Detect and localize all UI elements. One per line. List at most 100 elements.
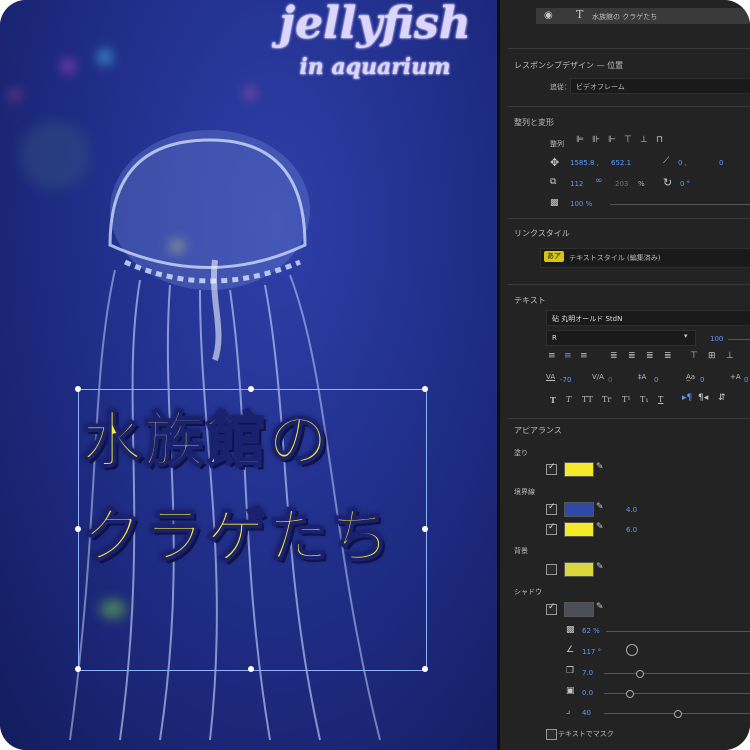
align-top-icon[interactable]: ⊤	[624, 136, 632, 145]
resize-handle[interactable]	[75, 666, 81, 672]
background-swatch[interactable]	[564, 562, 594, 577]
align-center-icon[interactable]: ⊪	[592, 136, 600, 145]
fill-checkbox[interactable]	[546, 462, 557, 475]
font-size-slider[interactable]	[728, 339, 750, 340]
font-style-dropdown[interactable]	[546, 330, 696, 346]
logo-title: jellyfish	[279, 0, 471, 49]
subscript-button[interactable]: T₁	[640, 395, 649, 404]
shadow-size-knob[interactable]	[626, 690, 634, 698]
scale-height[interactable]: 203	[615, 180, 628, 188]
shadow-checkbox[interactable]	[546, 602, 557, 615]
eyedropper-icon[interactable]: ✎	[596, 463, 604, 472]
text-center-icon[interactable]: ⊞	[708, 352, 716, 361]
shadow-distance[interactable]: 7.0	[582, 669, 593, 677]
divider	[508, 284, 750, 285]
fill-label: 塗り	[514, 449, 528, 457]
align-left-icon[interactable]: ⊫	[576, 136, 584, 145]
shadow-opacity-slider[interactable]	[606, 631, 750, 632]
justify-all-icon[interactable]: ≣	[664, 352, 672, 361]
fill-swatch[interactable]	[564, 462, 594, 477]
baseline-value[interactable]: 0	[700, 376, 704, 384]
stroke1-width[interactable]: 4.0	[626, 506, 637, 514]
align-text-center-icon[interactable]: ≡	[564, 352, 572, 361]
superscript-button[interactable]: T¹	[622, 395, 631, 404]
align-middle-icon[interactable]: ⊥	[640, 136, 648, 145]
align-right-icon[interactable]: ⊩	[608, 136, 616, 145]
divider	[508, 418, 750, 419]
link-icon[interactable]: ∞	[595, 177, 603, 186]
program-monitor[interactable]: jellyfish in aquarium 水族館の クラゲたち	[0, 0, 500, 750]
align-bottom-icon[interactable]: ⊓	[656, 136, 663, 145]
opacity-value[interactable]: 100 %	[570, 200, 592, 208]
align-text-right-icon[interactable]: ≡	[580, 352, 588, 361]
stroke1-checkbox[interactable]	[546, 502, 557, 515]
ltr-direction-icon[interactable]: ▸¶	[682, 394, 692, 403]
eyedropper-icon[interactable]: ✎	[596, 503, 604, 512]
shadow-distance-knob[interactable]	[636, 670, 644, 678]
shadow-swatch[interactable]	[564, 602, 594, 617]
leading-value[interactable]: 0	[654, 376, 658, 384]
align-label: 整列	[550, 140, 564, 148]
scale-width[interactable]: 112	[570, 180, 583, 188]
responsive-title: レスポンシブデザイン — 位置	[514, 61, 624, 70]
opacity-icon: ▩	[566, 625, 575, 635]
eyedropper-icon[interactable]: ✎	[596, 563, 604, 572]
justify-right-icon[interactable]: ≣	[646, 352, 654, 361]
underline-button[interactable]: T	[658, 395, 663, 404]
shadow-label: シャドウ	[514, 588, 542, 596]
scale-icon: ⧉	[550, 177, 557, 187]
resize-handle[interactable]	[422, 666, 428, 672]
resize-handle[interactable]	[75, 386, 81, 392]
text-mask-checkbox[interactable]	[546, 729, 557, 740]
eyedropper-icon[interactable]: ✎	[596, 603, 604, 612]
faux-bold-button[interactable]: T	[550, 395, 556, 405]
anchor-x[interactable]: 0 ,	[678, 159, 687, 167]
text-top-icon[interactable]: ⊤	[690, 352, 698, 361]
tsume-value[interactable]: 0	[744, 376, 748, 384]
kerning-value[interactable]: 0	[608, 376, 612, 384]
all-caps-button[interactable]: TT	[582, 395, 593, 404]
resize-handle[interactable]	[422, 526, 428, 532]
shadow-distance-slider[interactable]	[604, 673, 750, 674]
leading-icon: ‡A	[638, 373, 647, 381]
shadow-opacity[interactable]: 62 %	[582, 627, 600, 635]
shadow-angle[interactable]: 117 °	[582, 648, 601, 656]
stroke1-swatch[interactable]	[564, 502, 594, 517]
font-size-value[interactable]: 100	[710, 335, 723, 343]
eyedropper-icon[interactable]: ✎	[596, 523, 604, 532]
text-bottom-icon[interactable]: ⊥	[726, 352, 734, 361]
small-caps-button[interactable]: Tr	[602, 395, 611, 404]
anchor-y[interactable]: 0	[719, 159, 723, 167]
rotation-value[interactable]: 0 °	[680, 180, 690, 188]
stroke2-checkbox[interactable]	[546, 522, 557, 535]
resize-handle[interactable]	[248, 386, 254, 392]
rtl-direction-icon[interactable]: ¶◂	[698, 394, 708, 403]
stroke2-swatch[interactable]	[564, 522, 594, 537]
tracking-value[interactable]: -70	[560, 376, 571, 384]
angle-dial[interactable]	[626, 644, 638, 656]
tsume-icon: +A	[730, 373, 741, 381]
justify-left-icon[interactable]: ≣	[610, 352, 618, 361]
resize-handle[interactable]	[248, 666, 254, 672]
justify-center-icon[interactable]: ≣	[628, 352, 636, 361]
vertical-text-icon[interactable]: ⇵	[718, 394, 726, 403]
move-icon: ✥	[550, 156, 560, 169]
stroke2-width[interactable]: 6.0	[626, 526, 637, 534]
text-selection-box[interactable]	[78, 389, 427, 671]
shadow-size[interactable]: 0.0	[582, 689, 593, 697]
shadow-blur-knob[interactable]	[674, 710, 682, 718]
opacity-slider[interactable]	[610, 204, 750, 205]
anchor-icon: ⟋	[663, 156, 670, 166]
position-y[interactable]: 652.1	[611, 159, 631, 167]
shadow-blur[interactable]: 40	[582, 709, 591, 717]
resize-handle[interactable]	[75, 526, 81, 532]
position-x[interactable]: 1585.8 ,	[570, 159, 599, 167]
resize-handle[interactable]	[422, 386, 428, 392]
background-checkbox[interactable]	[546, 564, 557, 575]
link-style-title: リンクスタイル	[514, 229, 570, 238]
faux-italic-button[interactable]: T	[566, 395, 571, 404]
layer-name[interactable]: 水族館の クラゲたち	[592, 12, 657, 22]
opacity-icon: ▩	[550, 198, 559, 208]
align-text-left-icon[interactable]: ≡	[548, 352, 556, 361]
eye-icon[interactable]: ◉	[544, 11, 553, 21]
